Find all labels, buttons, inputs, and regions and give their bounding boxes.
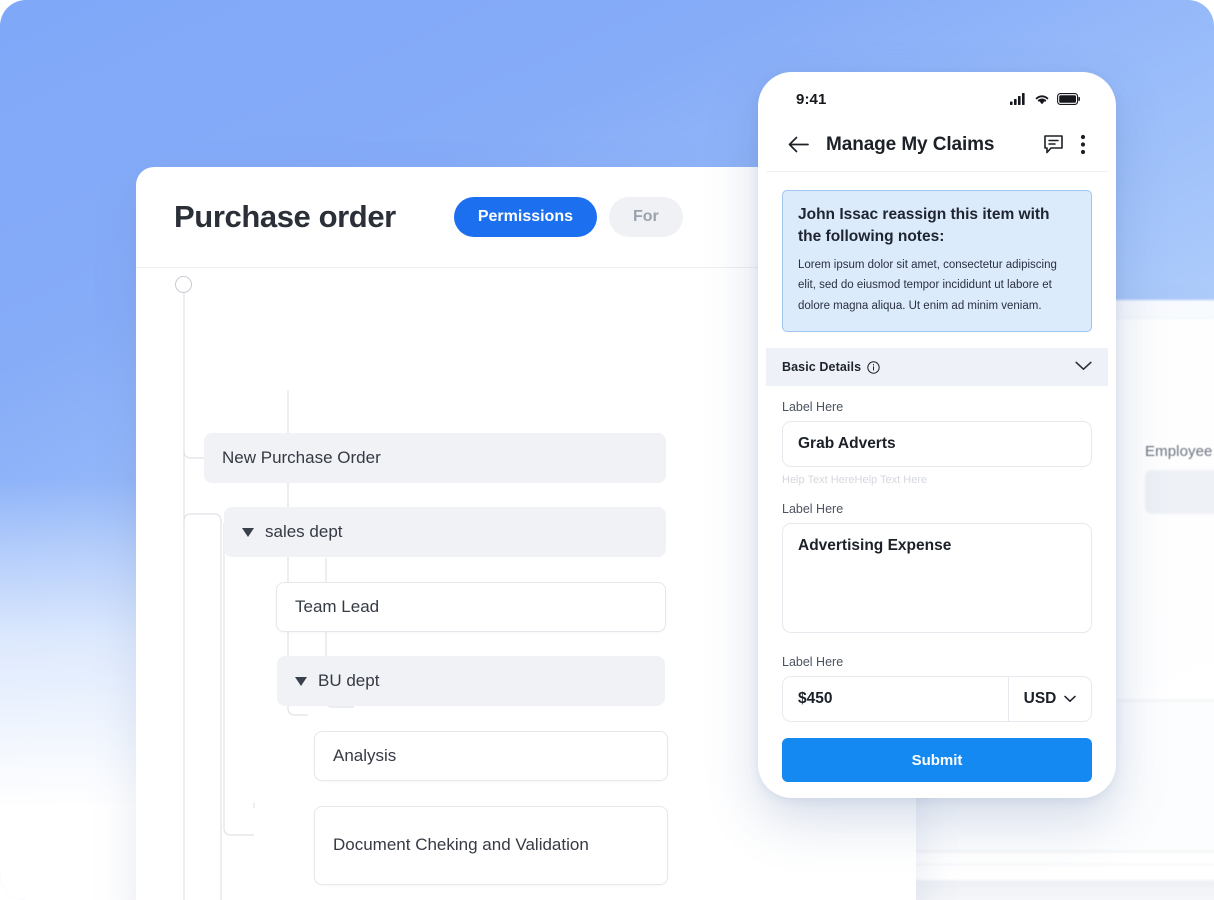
amount-row: $450 USD: [782, 676, 1092, 723]
tree-node-label: BU dept: [318, 670, 380, 690]
tree-node-sales-dept[interactable]: sales dept: [224, 507, 666, 557]
field-group-3: Label Here $450 USD: [782, 655, 1092, 723]
notice-body: Lorem ipsum dolor sit amet, consectetur …: [798, 259, 1057, 312]
field-input-grab-adverts[interactable]: Grab Adverts: [782, 421, 1092, 468]
field-group-1: Label Here Grab Adverts Help Text HereHe…: [782, 400, 1092, 486]
field-help-text: Help Text HereHelp Text Here: [782, 474, 928, 487]
caret-down-icon[interactable]: [242, 527, 254, 537]
background-employee-label: Employee: [1145, 443, 1213, 460]
field-label: Label Here: [782, 400, 844, 415]
cellular-signal-icon: [1010, 93, 1025, 105]
tree-node-label: Document Cheking and Validation: [333, 835, 589, 855]
reassign-notice: John Issac reassign this item with the f…: [782, 190, 1092, 333]
notice-title: John Issac reassign this item with the f…: [798, 206, 1050, 245]
app-bar: Manage My Claims: [766, 118, 1108, 172]
wifi-icon: [1035, 95, 1049, 105]
section-title: Basic Details: [782, 360, 862, 375]
field-group-2: Label Here Advertising Expense: [782, 502, 1092, 634]
currency-select[interactable]: USD: [1008, 676, 1092, 723]
tree-node-label: New Purchase Order: [222, 447, 381, 467]
comment-icon[interactable]: [1043, 134, 1064, 155]
section-header-basic-details[interactable]: Basic Details: [766, 348, 1108, 387]
claim-form: Label Here Grab Adverts Help Text HereHe…: [766, 386, 1108, 723]
header-actions: Permissions For: [453, 197, 683, 237]
status-icons: [1010, 93, 1080, 105]
chevron-down-icon: [1064, 696, 1077, 703]
tree-node-new-purchase-order[interactable]: New Purchase Order: [204, 433, 666, 483]
info-circle-icon[interactable]: [867, 361, 880, 374]
field-input-amount[interactable]: $450: [782, 676, 1008, 723]
tree-node-document-checking[interactable]: Document Cheking and Validation: [314, 806, 668, 885]
caret-down-icon[interactable]: [295, 676, 307, 686]
phone-mockup: 9:41 Manage My Claims John Issac reassig…: [758, 72, 1116, 798]
tree-root-node[interactable]: [175, 276, 192, 293]
page-title: Purchase order: [174, 199, 396, 234]
field-label: Label Here: [782, 502, 844, 517]
field-textarea-advertising-expense[interactable]: Advertising Expense: [782, 523, 1092, 634]
tree-node-analysis[interactable]: Analysis: [314, 731, 668, 781]
form-button[interactable]: For: [609, 197, 683, 237]
tree-node-label: Analysis: [333, 745, 397, 765]
status-bar: 9:41: [766, 80, 1108, 118]
permissions-button[interactable]: Permissions: [453, 197, 597, 237]
phone-screen: 9:41 Manage My Claims John Issac reassig…: [766, 80, 1108, 790]
chevron-down-icon[interactable]: [1075, 358, 1092, 376]
tree-node-bu-dept[interactable]: BU dept: [277, 656, 665, 706]
battery-icon: [1057, 93, 1080, 105]
appbar-title: Manage My Claims: [826, 133, 995, 155]
tree-node-label: sales dept: [265, 521, 343, 541]
arrow-left-icon[interactable]: [788, 136, 809, 153]
status-time: 9:41: [796, 90, 827, 108]
screenshot-stage: Employee Submission Date Purchase order …: [0, 0, 1214, 900]
submit-button[interactable]: Submit: [782, 738, 1092, 783]
more-vertical-icon[interactable]: [1080, 134, 1086, 155]
background-employee-field: [1145, 470, 1214, 514]
tree-node-team-lead[interactable]: Team Lead: [276, 582, 666, 632]
field-label: Label Here: [782, 655, 844, 670]
tree-node-label: Team Lead: [295, 596, 380, 616]
currency-value: USD: [1023, 690, 1057, 708]
